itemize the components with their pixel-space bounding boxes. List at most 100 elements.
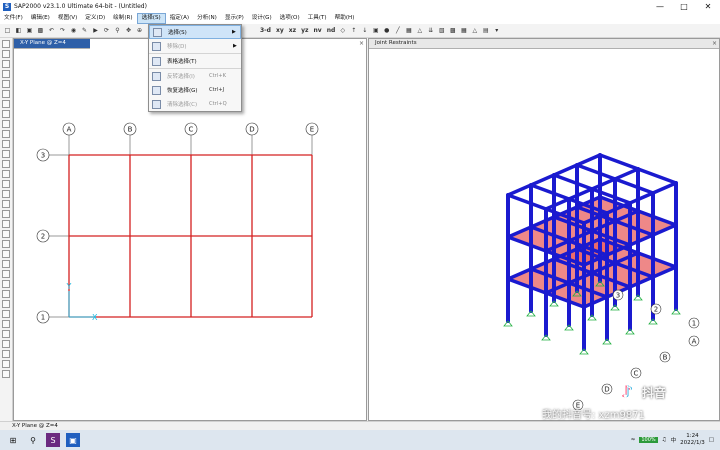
menu-item-4[interactable]: 绘制(R) bbox=[109, 13, 136, 24]
area-icon[interactable]: ▦ bbox=[404, 26, 413, 35]
sap2000-taskbar-icon[interactable]: ▣ bbox=[66, 433, 80, 447]
menu-item-7[interactable]: 分析(N) bbox=[193, 13, 221, 24]
3d-view-panel[interactable]: Joint Restraints × ABCDE123 bbox=[368, 38, 720, 421]
menu-item-2[interactable]: 视图(V) bbox=[54, 13, 81, 24]
notification-icon[interactable]: □ bbox=[709, 437, 714, 443]
up-arrow-icon[interactable]: ↑ bbox=[349, 26, 358, 35]
load-icon[interactable]: ⇊ bbox=[426, 26, 435, 35]
draw-tool-icon-20[interactable] bbox=[2, 240, 10, 248]
draw-tool-icon-22[interactable] bbox=[2, 260, 10, 268]
select-menu-item-2[interactable]: 表格选择(T) bbox=[149, 53, 241, 68]
redo-icon[interactable]: ↷ bbox=[58, 26, 67, 35]
wifi-icon[interactable]: ≈ bbox=[631, 437, 636, 443]
select-menu-item-4[interactable]: 恢复选择(G) Ctrl+J bbox=[149, 83, 241, 97]
draw-tool-icon-21[interactable] bbox=[2, 250, 10, 258]
view-button-0[interactable]: 3-d bbox=[259, 26, 272, 35]
chevron-down-icon[interactable]: ▾ bbox=[492, 26, 501, 35]
draw-tool-icon-12[interactable] bbox=[2, 160, 10, 168]
draw-tool-icon-27[interactable] bbox=[2, 310, 10, 318]
draw-tool-icon-4[interactable] bbox=[2, 80, 10, 88]
restraint-icon[interactable]: △ bbox=[415, 26, 424, 35]
draw-tool-icon-11[interactable] bbox=[2, 150, 10, 158]
open-file-icon[interactable]: ◧ bbox=[14, 26, 23, 35]
draw-tool-icon-30[interactable] bbox=[2, 340, 10, 348]
menu-item-3[interactable]: 定义(D) bbox=[81, 13, 109, 24]
draw-tool-icon-32[interactable] bbox=[2, 360, 10, 368]
draw-tool-icon-23[interactable] bbox=[2, 270, 10, 278]
maximize-icon[interactable]: □ bbox=[672, 0, 696, 13]
view-button-3[interactable]: yz bbox=[300, 26, 309, 35]
draw-tool-icon-13[interactable] bbox=[2, 170, 10, 178]
draw-tool-icon-0[interactable] bbox=[2, 40, 10, 48]
pan-icon[interactable]: ✥ bbox=[124, 26, 133, 35]
search-icon[interactable]: ⚲ bbox=[26, 433, 40, 447]
undo-icon[interactable]: ↶ bbox=[47, 26, 56, 35]
draw-tool-icon-9[interactable] bbox=[2, 130, 10, 138]
draw-tool-icon-2[interactable] bbox=[2, 60, 10, 68]
menu-item-8[interactable]: 显示(P) bbox=[221, 13, 248, 24]
windows-start-icon[interactable]: ⊞ bbox=[6, 433, 20, 447]
menu-item-5[interactable]: 选择(S) bbox=[136, 13, 166, 24]
lock-icon[interactable]: ◉ bbox=[69, 26, 78, 35]
rotate-icon[interactable]: ⟳ bbox=[102, 26, 111, 35]
select-menu-item-1[interactable]: 移除(D) ▶ bbox=[149, 39, 241, 53]
taskbar-app-icon[interactable]: S bbox=[46, 433, 60, 447]
volume-icon[interactable]: ♫ bbox=[662, 437, 667, 443]
down-arrow-icon[interactable]: ↓ bbox=[360, 26, 369, 35]
draw-tool-icon-18[interactable] bbox=[2, 220, 10, 228]
save-icon[interactable]: ▣ bbox=[25, 26, 34, 35]
draw-tool-icon-3[interactable] bbox=[2, 70, 10, 78]
draw-tool-icon-33[interactable] bbox=[2, 370, 10, 378]
draw-tool-icon-8[interactable] bbox=[2, 120, 10, 128]
draw-tool-icon-17[interactable] bbox=[2, 210, 10, 218]
draw-tool-icon-10[interactable] bbox=[2, 140, 10, 148]
cursor-icon[interactable]: △ bbox=[470, 26, 479, 35]
menu-item-1[interactable]: 编辑(E) bbox=[27, 13, 54, 24]
select-menu-item-0[interactable]: 选择(S) ▶ bbox=[149, 25, 241, 39]
print-icon[interactable]: ▩ bbox=[36, 26, 45, 35]
menu-item-10[interactable]: 选项(O) bbox=[276, 13, 304, 24]
select-menu-item-3[interactable]: 反转选择(I) Ctrl+K bbox=[149, 68, 241, 83]
view-button-5[interactable]: nd bbox=[326, 26, 337, 35]
joint-icon[interactable]: ● bbox=[382, 26, 391, 35]
zoom-in-icon[interactable]: ⊕ bbox=[135, 26, 144, 35]
draw-tool-icon-28[interactable] bbox=[2, 320, 10, 328]
new-file-icon[interactable]: □ bbox=[3, 26, 12, 35]
draw-tool-icon-29[interactable] bbox=[2, 330, 10, 338]
section-icon[interactable]: ▤ bbox=[481, 26, 490, 35]
clock[interactable]: 1:24 2022/1/3 bbox=[680, 433, 705, 447]
draw-tool-icon-24[interactable] bbox=[2, 280, 10, 288]
options-icon[interactable]: ▩ bbox=[448, 26, 457, 35]
display-icon[interactable]: ▧ bbox=[437, 26, 446, 35]
draw-tool-icon-25[interactable] bbox=[2, 290, 10, 298]
draw-tool-icon-16[interactable] bbox=[2, 200, 10, 208]
view-button-1[interactable]: xy bbox=[275, 26, 285, 35]
menu-item-9[interactable]: 设计(G) bbox=[248, 13, 276, 24]
minimize-icon[interactable]: — bbox=[648, 0, 672, 13]
menu-item-11[interactable]: 工具(T) bbox=[304, 13, 331, 24]
zoom-icon[interactable]: ⚲ bbox=[113, 26, 122, 35]
view-button-4[interactable]: nv bbox=[313, 26, 323, 35]
draw-tool-icon-6[interactable] bbox=[2, 100, 10, 108]
pencil-icon[interactable]: ✎ bbox=[80, 26, 89, 35]
panel-close-icon[interactable]: × bbox=[712, 39, 717, 48]
draw-tool-icon-7[interactable] bbox=[2, 110, 10, 118]
draw-tool-icon-31[interactable] bbox=[2, 350, 10, 358]
run-analysis-icon[interactable]: ▶ bbox=[91, 26, 100, 35]
menu-item-12[interactable]: 帮助(H) bbox=[331, 13, 359, 24]
draw-tool-icon-5[interactable] bbox=[2, 90, 10, 98]
close-icon[interactable]: ✕ bbox=[696, 0, 720, 13]
draw-tool-icon-19[interactable] bbox=[2, 230, 10, 238]
draw-tool-icon-14[interactable] bbox=[2, 180, 10, 188]
draw-tool-icon-15[interactable] bbox=[2, 190, 10, 198]
draw-tool-icon-26[interactable] bbox=[2, 300, 10, 308]
frame-icon[interactable]: ╱ bbox=[393, 26, 402, 35]
menu-item-6[interactable]: 指定(A) bbox=[166, 13, 193, 24]
ime-icon[interactable]: 中 bbox=[671, 436, 677, 444]
table-icon[interactable]: ▦ bbox=[459, 26, 468, 35]
panel-close-icon[interactable]: × bbox=[359, 39, 364, 48]
3d-model-canvas[interactable]: ABCDE123 bbox=[369, 49, 719, 421]
menu-item-0[interactable]: 文件(F) bbox=[0, 13, 27, 24]
view-button-2[interactable]: xz bbox=[288, 26, 297, 35]
set-display-icon[interactable]: ▣ bbox=[371, 26, 380, 35]
